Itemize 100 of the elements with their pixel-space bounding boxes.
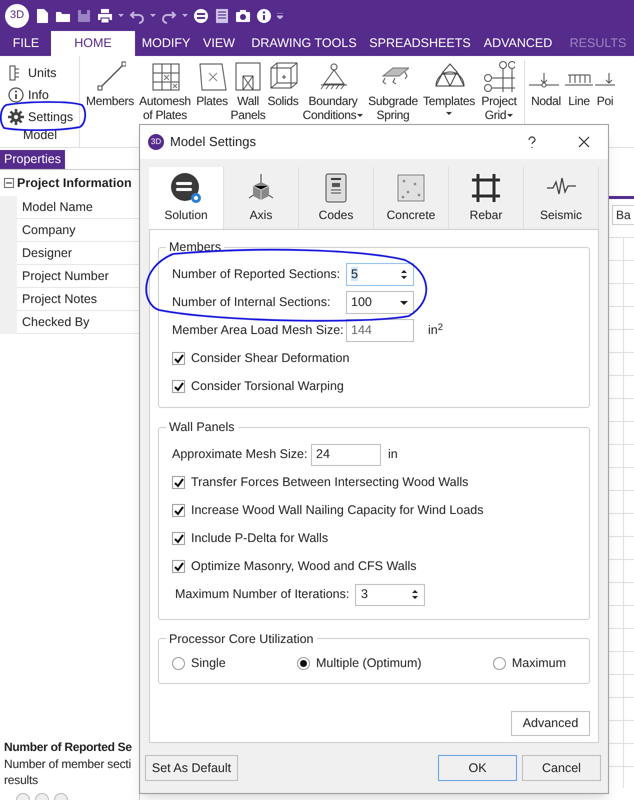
menu-tab[interactable]: VIEW bbox=[197, 31, 241, 56]
menu-tab[interactable]: SPREADSHEETS bbox=[367, 31, 473, 56]
camera-icon[interactable] bbox=[235, 8, 251, 24]
print-icon[interactable] bbox=[97, 8, 113, 24]
check-icon bbox=[174, 562, 184, 572]
line-load-icon bbox=[565, 72, 593, 88]
checkbox[interactable] bbox=[172, 380, 185, 394]
checkbox-label: Consider Shear Deformation bbox=[191, 350, 350, 368]
panel-tab[interactable]: Properties bbox=[0, 150, 65, 169]
radio-label: Multiple (Optimum) bbox=[316, 655, 422, 672]
dialog-title: Model Settings bbox=[170, 133, 257, 152]
check-icon bbox=[174, 478, 184, 488]
ribbon-button[interactable]: Subgrade Spring bbox=[366, 60, 420, 147]
help-text: results bbox=[3, 772, 38, 788]
toggle-icon[interactable] bbox=[193, 8, 209, 24]
checkbox[interactable] bbox=[172, 532, 185, 545]
cancel-button[interactable]: Cancel bbox=[522, 755, 601, 781]
check-icon bbox=[174, 354, 184, 364]
check-icon bbox=[174, 382, 184, 392]
close-icon[interactable] bbox=[578, 136, 590, 148]
checkbox-label: Increase Wood Wall Nailing Capacity for Wind Loads bbox=[191, 502, 484, 520]
checkbox[interactable] bbox=[172, 352, 185, 366]
ribbon-button[interactable]: Project Grid bbox=[478, 60, 520, 147]
settings-icon bbox=[8, 109, 24, 125]
help-text: Number of member secti bbox=[3, 756, 131, 772]
app-logo: 3D bbox=[5, 4, 29, 28]
spinner-arrows-icon[interactable] bbox=[411, 589, 419, 600]
check-icon bbox=[174, 506, 184, 516]
info-icon bbox=[8, 87, 24, 103]
radio-button[interactable] bbox=[297, 657, 310, 670]
checkbox-label: Include P-Delta for Walls bbox=[191, 530, 328, 548]
caret-icon[interactable] bbox=[118, 13, 124, 18]
caret-icon bbox=[446, 112, 452, 115]
concrete-icon bbox=[395, 172, 427, 204]
menu-tab[interactable]: FILE bbox=[1, 31, 51, 56]
ribbon-button[interactable]: Info bbox=[8, 84, 79, 106]
checkbox-label: Transfer Forces Between Intersecting Wood Walls bbox=[191, 474, 468, 492]
field-label: Number of Reported Sections: bbox=[172, 266, 342, 284]
solution-gear-icon bbox=[170, 172, 202, 204]
ribbon-button[interactable]: Members bbox=[84, 60, 136, 147]
grid-icon bbox=[483, 60, 515, 92]
radio-button[interactable] bbox=[492, 657, 506, 670]
group-title: Wall Panels bbox=[168, 418, 236, 436]
report-icon[interactable] bbox=[214, 8, 230, 24]
info-icon[interactable] bbox=[256, 8, 272, 24]
ribbon-button[interactable]: Nodal bbox=[529, 60, 563, 147]
app-logo: 3D bbox=[148, 134, 164, 150]
field-label: Number of Internal Sections: bbox=[172, 294, 332, 312]
help-icon[interactable] bbox=[527, 136, 537, 148]
checkbox[interactable] bbox=[172, 476, 185, 489]
section-header: Project Information bbox=[17, 174, 132, 192]
unit-label: in$^{2}$ bbox=[428, 321, 443, 340]
menu-tab[interactable]: ADVANCED bbox=[473, 31, 563, 56]
input-field[interactable]: 24 bbox=[311, 444, 381, 466]
checkbox-label: Consider Torsional Warping bbox=[191, 378, 344, 396]
set-default-button[interactable]: Set As Default bbox=[145, 755, 238, 781]
group-label: Model bbox=[22, 127, 58, 144]
caret-icon bbox=[357, 114, 364, 116]
collapse-icon[interactable] bbox=[4, 178, 14, 188]
checkbox[interactable] bbox=[172, 504, 185, 517]
menu-tab[interactable]: MODIFY bbox=[135, 31, 197, 56]
ribbon-button[interactable]: Boundary Conditions bbox=[302, 60, 364, 147]
ribbon-button[interactable]: Solids bbox=[266, 60, 300, 147]
group-title: Processor Core Utilization bbox=[168, 630, 314, 648]
point-load-icon bbox=[595, 72, 615, 88]
ribbon-button[interactable]: Line bbox=[565, 60, 593, 147]
ribbon-button[interactable]: Units bbox=[8, 62, 79, 84]
caret-icon bbox=[507, 114, 514, 116]
combo-field[interactable]: Ba bbox=[612, 205, 634, 225]
checkbox[interactable] bbox=[172, 560, 185, 573]
customize-icon[interactable] bbox=[277, 12, 283, 18]
field-label: Approximate Mesh Size: bbox=[172, 446, 308, 464]
settings-tab[interactable]: Solution bbox=[149, 167, 224, 229]
ribbon-button[interactable]: Templates bbox=[422, 60, 476, 147]
menu-tab[interactable]: HOME bbox=[51, 31, 135, 56]
spinner-arrows-icon[interactable] bbox=[400, 269, 408, 280]
save-icon[interactable] bbox=[76, 8, 92, 24]
advanced-button[interactable]: Advanced bbox=[511, 711, 590, 736]
input-field[interactable]: 5 bbox=[346, 263, 414, 286]
menu-tab[interactable]: DRAWING TOOLS bbox=[241, 31, 367, 56]
ribbon-button[interactable]: Poi bbox=[595, 60, 615, 147]
radio-button[interactable] bbox=[172, 657, 185, 670]
radio-label: Single bbox=[191, 655, 226, 672]
help-title: Number of Reported Se bbox=[3, 739, 132, 756]
caret-icon bbox=[400, 300, 408, 305]
caret-icon[interactable] bbox=[150, 13, 156, 18]
unit-label: in bbox=[388, 446, 398, 464]
caret-icon[interactable] bbox=[182, 13, 188, 18]
checkbox-label: Optimize Masonry, Wood and CFS Walls bbox=[191, 558, 417, 576]
field-label: Maximum Number of Iterations: bbox=[175, 586, 350, 604]
input-field[interactable]: 3 bbox=[355, 584, 425, 606]
check-icon bbox=[174, 534, 184, 544]
input-field[interactable]: 144 bbox=[346, 319, 414, 342]
ok-button[interactable]: OK bbox=[438, 755, 517, 781]
field-label: Member Area Load Mesh Size: bbox=[172, 322, 345, 340]
group-title: Members bbox=[168, 239, 222, 256]
radio-label: Maximum bbox=[512, 655, 566, 672]
new-file-icon[interactable] bbox=[34, 8, 50, 24]
rebar-frame-icon bbox=[470, 172, 502, 204]
dropdown-field[interactable]: 100 bbox=[346, 291, 414, 314]
